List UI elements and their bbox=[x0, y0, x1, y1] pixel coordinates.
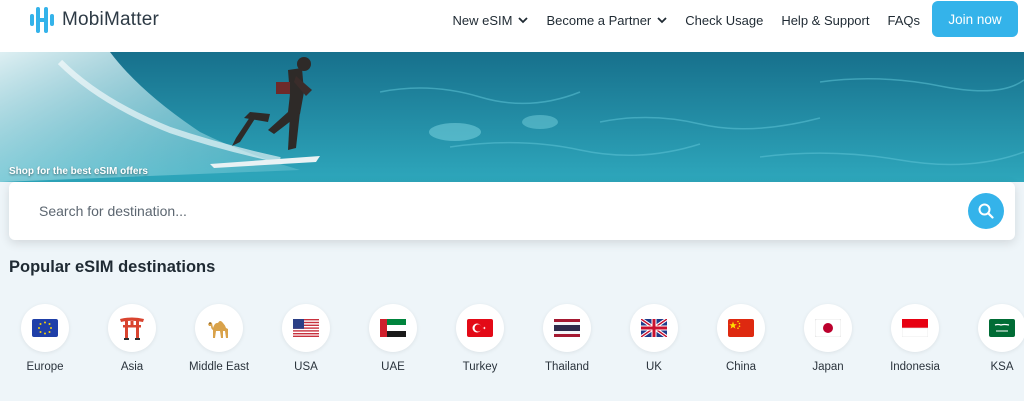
logo-text: MobiMatter bbox=[62, 9, 160, 30]
mobimatter-logo-icon bbox=[30, 7, 54, 33]
nav-new-esim[interactable]: New eSIM bbox=[453, 13, 529, 28]
join-now-button[interactable]: Join now bbox=[932, 1, 1018, 37]
nav-help-support-label: Help & Support bbox=[781, 12, 870, 28]
destination-usa[interactable]: USA bbox=[266, 304, 346, 380]
destination-icon-circle bbox=[282, 304, 330, 352]
destination-label: KSA bbox=[990, 361, 1014, 373]
destination-label: China bbox=[725, 361, 757, 373]
hero-caption: Shop for the best eSIM offers bbox=[9, 166, 148, 177]
destination-uae[interactable]: UAE bbox=[353, 304, 433, 380]
destination-label: USA bbox=[294, 361, 318, 373]
destination-thailand[interactable]: Thailand bbox=[527, 304, 607, 380]
nav-check-usage-label: Check Usage bbox=[685, 12, 764, 28]
camel-icon bbox=[208, 321, 228, 338]
nav-faqs-label: FAQs bbox=[887, 12, 920, 28]
uk-flag-icon bbox=[641, 319, 667, 337]
eu-flag-icon bbox=[32, 319, 58, 337]
destination-japan[interactable]: Japan bbox=[788, 304, 868, 380]
destination-middle-east[interactable]: Middle East bbox=[179, 304, 259, 380]
thailand-flag-icon bbox=[554, 319, 580, 337]
chevron-down-icon bbox=[518, 16, 529, 23]
destination-search-bar bbox=[9, 182, 1015, 240]
top-navigation-bar: MobiMatter New eSIM Become a Partner Che… bbox=[0, 0, 1024, 52]
destination-label: Turkey bbox=[462, 361, 498, 373]
torii-gate-icon bbox=[120, 317, 144, 340]
destination-europe[interactable]: Europe bbox=[5, 304, 85, 380]
destination-label: Indonesia bbox=[890, 361, 940, 373]
chevron-down-icon bbox=[657, 16, 667, 23]
nav-new-esim-label: New eSIM bbox=[452, 12, 513, 28]
destination-icon-circle bbox=[717, 304, 765, 352]
china-flag-icon bbox=[728, 319, 754, 337]
indonesia-flag-icon bbox=[902, 319, 928, 337]
hero-banner: Shop for the best eSIM offers bbox=[0, 52, 1024, 182]
destination-label: Asia bbox=[120, 361, 144, 373]
usa-flag-icon bbox=[293, 319, 319, 337]
search-icon bbox=[978, 203, 994, 219]
destination-icon-circle bbox=[21, 304, 69, 352]
destination-icon-circle bbox=[630, 304, 678, 352]
main-nav: New eSIM Become a Partner Check Usage He… bbox=[453, 10, 920, 30]
destination-label: Europe bbox=[26, 361, 64, 373]
destination-label: UAE bbox=[381, 361, 405, 373]
destination-icon-circle bbox=[369, 304, 417, 352]
ksa-flag-icon bbox=[989, 319, 1015, 337]
nav-become-partner-label: Become a Partner bbox=[546, 12, 652, 28]
destination-indonesia[interactable]: Indonesia bbox=[875, 304, 955, 380]
destination-label: Middle East bbox=[188, 361, 250, 373]
surfer-ocean-image bbox=[0, 52, 1024, 182]
nav-check-usage[interactable]: Check Usage bbox=[685, 13, 763, 28]
destination-label: Thailand bbox=[544, 361, 590, 373]
destination-icon-circle bbox=[543, 304, 591, 352]
destination-icon-circle bbox=[108, 304, 156, 352]
uae-flag-icon bbox=[380, 319, 406, 337]
search-input[interactable] bbox=[39, 196, 939, 226]
turkey-flag-icon bbox=[467, 319, 493, 337]
destination-asia[interactable]: Asia bbox=[92, 304, 172, 380]
nav-faqs[interactable]: FAQs bbox=[887, 13, 920, 28]
destination-label: Japan bbox=[812, 361, 844, 373]
nav-help-support[interactable]: Help & Support bbox=[781, 13, 869, 28]
popular-destinations-title: Popular eSIM destinations bbox=[9, 258, 216, 276]
search-button[interactable] bbox=[968, 193, 1004, 229]
destination-icon-circle bbox=[978, 304, 1024, 352]
nav-become-partner[interactable]: Become a Partner bbox=[546, 13, 667, 28]
destination-ksa[interactable]: KSA bbox=[962, 304, 1024, 380]
destination-icon-circle bbox=[195, 304, 243, 352]
destination-uk[interactable]: UK bbox=[614, 304, 694, 380]
destination-turkey[interactable]: Turkey bbox=[440, 304, 520, 380]
destination-icon-circle bbox=[891, 304, 939, 352]
logo[interactable]: MobiMatter bbox=[28, 5, 159, 35]
destination-icon-circle bbox=[456, 304, 504, 352]
destination-icon-circle bbox=[804, 304, 852, 352]
japan-flag-icon bbox=[815, 319, 841, 337]
destination-china[interactable]: China bbox=[701, 304, 781, 380]
destination-label: UK bbox=[646, 361, 662, 373]
